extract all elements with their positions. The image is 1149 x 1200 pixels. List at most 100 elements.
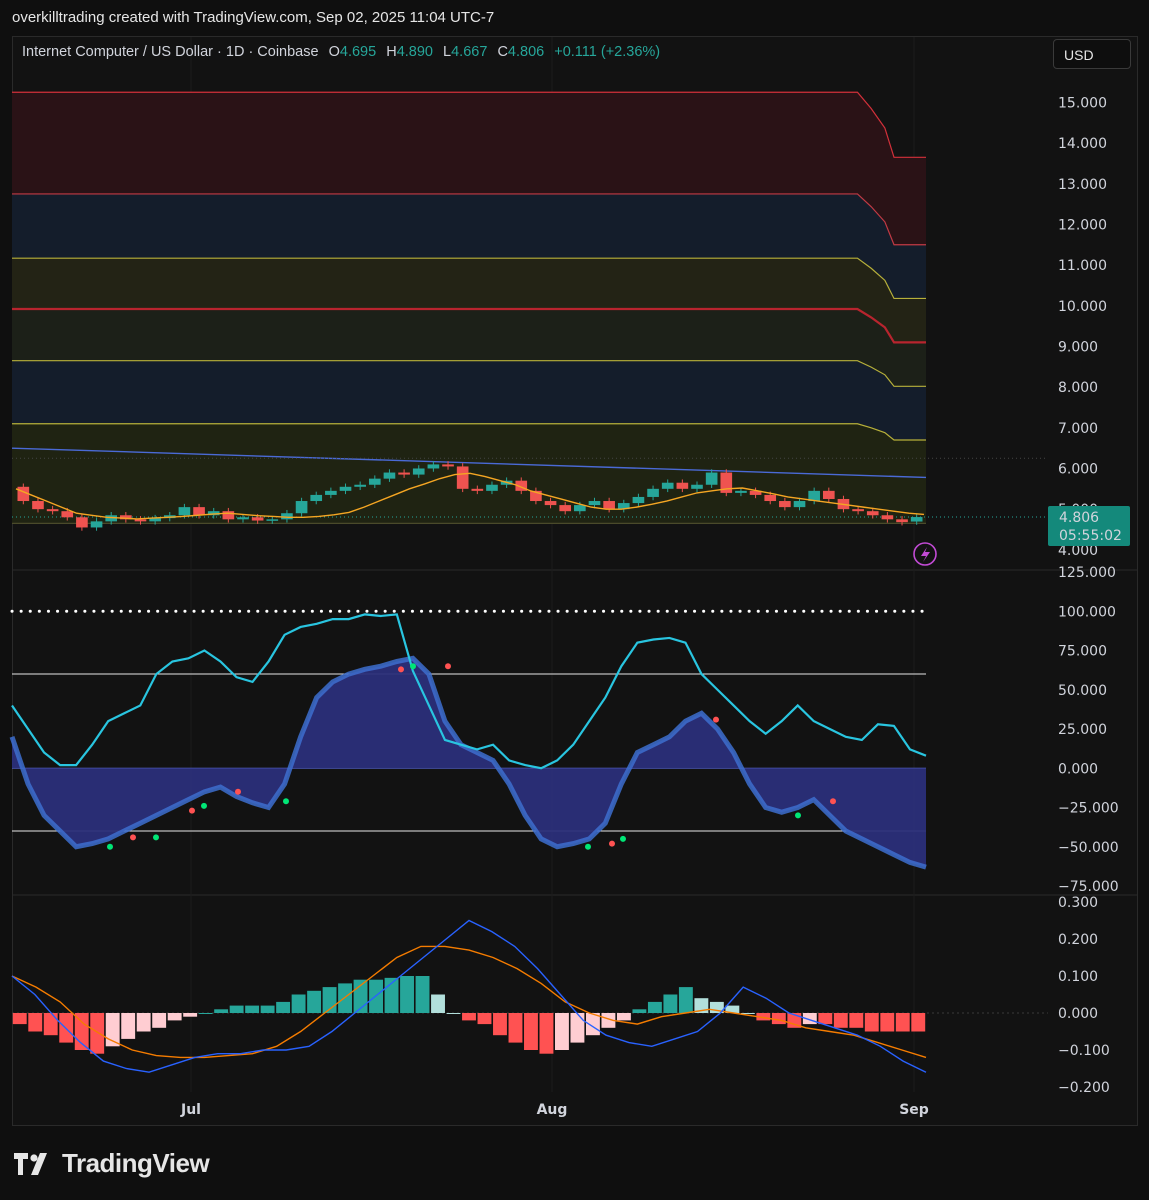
histogram-bar bbox=[74, 1013, 89, 1050]
macd-axis-tick: −0.100 bbox=[1058, 1043, 1110, 1059]
candle-body bbox=[134, 519, 147, 522]
currency-button[interactable]: USD bbox=[1053, 39, 1131, 69]
price-axis-tick: 14.000 bbox=[1058, 136, 1107, 152]
oscillator-axis-tick: 0.000 bbox=[1058, 761, 1098, 777]
macd-axis-tick: 0.000 bbox=[1058, 1006, 1098, 1022]
oscillator-axis-tick: 25.000 bbox=[1058, 722, 1107, 738]
price-axis-tick: 11.000 bbox=[1058, 258, 1107, 274]
candle-body bbox=[661, 482, 674, 489]
candle-body bbox=[456, 466, 469, 489]
candle-body bbox=[222, 511, 235, 520]
candle-body bbox=[559, 505, 572, 512]
candle-body bbox=[237, 517, 249, 520]
histogram-bar bbox=[864, 1013, 879, 1032]
histogram-bar bbox=[28, 1013, 43, 1032]
candle-body bbox=[632, 496, 645, 504]
histogram-bar bbox=[493, 1013, 507, 1036]
signal-dot bbox=[445, 663, 451, 670]
candle-body bbox=[354, 484, 366, 487]
histogram-bar bbox=[508, 1013, 523, 1043]
candle-body bbox=[896, 519, 908, 523]
histogram-bar bbox=[833, 1013, 848, 1028]
candle-body bbox=[676, 482, 689, 489]
price-axis-tick: 7.000 bbox=[1058, 421, 1098, 437]
symbol-title: Internet Computer / US Dollar · 1D · Coi… bbox=[22, 44, 319, 60]
candle-body bbox=[412, 468, 425, 475]
candle-body bbox=[691, 484, 703, 489]
tradingview-logo[interactable]: TradingView bbox=[14, 1148, 210, 1179]
oscillator-axis-tick: −25.000 bbox=[1058, 801, 1119, 817]
histogram-bar bbox=[167, 1013, 182, 1021]
signal-dot bbox=[153, 834, 159, 841]
oscillator-axis-tick: 125.000 bbox=[1058, 565, 1116, 581]
candle bbox=[720, 469, 733, 497]
signal-dot bbox=[585, 843, 591, 850]
candle-body bbox=[822, 490, 835, 499]
candle-body bbox=[76, 517, 88, 528]
price-axis-tick: 8.000 bbox=[1058, 380, 1098, 396]
histogram-bar bbox=[431, 994, 445, 1013]
close-value: 4.806 bbox=[507, 44, 545, 60]
candle-body bbox=[647, 488, 659, 497]
histogram-bar bbox=[555, 1013, 569, 1050]
price-axis-tick: 6.000 bbox=[1058, 461, 1098, 477]
high-label: H bbox=[386, 44, 397, 60]
tradingview-logo-icon bbox=[14, 1152, 47, 1175]
histogram-bar bbox=[229, 1005, 244, 1013]
time-axis-tick: Aug bbox=[537, 1102, 568, 1118]
candle-body bbox=[779, 501, 791, 508]
histogram-bar bbox=[849, 1013, 864, 1028]
symbol-legend: Internet Computer / US Dollar · 1D · Coi… bbox=[22, 44, 660, 60]
high-value: 4.890 bbox=[396, 44, 433, 60]
macd-line bbox=[11, 919, 927, 1073]
candle-body bbox=[603, 501, 615, 510]
oscillator-fast-line bbox=[11, 613, 927, 770]
time-axis-tick: Sep bbox=[899, 1102, 929, 1118]
oscillator-axis-tick: −50.000 bbox=[1058, 840, 1119, 856]
oscillator-axis-tick: −75.000 bbox=[1058, 879, 1119, 895]
chart-canvas[interactable]: 15.000 14.000 13.000 12.000 11.000 10.000 9.00… bbox=[0, 0, 1149, 1200]
histogram-bar bbox=[260, 1005, 275, 1013]
candle-body bbox=[325, 490, 337, 495]
histogram-bar bbox=[136, 1013, 151, 1032]
candle-body bbox=[281, 513, 293, 520]
price-axis-tick: 13.000 bbox=[1058, 177, 1107, 193]
histogram-bar bbox=[678, 987, 693, 1013]
low-label: L bbox=[443, 44, 452, 60]
histogram-bar bbox=[90, 1013, 105, 1054]
histogram-bar bbox=[477, 1013, 492, 1025]
countdown-value: 05:55:02 bbox=[1059, 528, 1122, 544]
candle-body bbox=[368, 478, 381, 485]
histogram-bar bbox=[911, 1013, 926, 1032]
macd-axis-tick: 0.100 bbox=[1058, 969, 1098, 985]
macd-axis-tick: −0.200 bbox=[1058, 1080, 1110, 1096]
signal-dot bbox=[130, 834, 136, 841]
price-axis-tick: 10.000 bbox=[1058, 299, 1107, 315]
candle-body bbox=[46, 509, 59, 512]
candle-body bbox=[866, 511, 879, 516]
open-value: 4.695 bbox=[339, 44, 377, 60]
signal-dot bbox=[830, 798, 836, 805]
candle-body bbox=[705, 472, 718, 485]
time-axis-tick: Jul bbox=[180, 1102, 201, 1118]
candle-body bbox=[735, 490, 747, 493]
histogram-bar bbox=[524, 1013, 538, 1050]
tradingview-brand: TradingView bbox=[62, 1148, 210, 1178]
close-label: C bbox=[497, 44, 508, 60]
histogram-bar bbox=[400, 976, 414, 1013]
candle-body bbox=[398, 472, 410, 475]
histogram-bar bbox=[880, 1013, 895, 1032]
lightning-icon-glyph bbox=[921, 547, 930, 562]
histogram-bar bbox=[276, 1001, 291, 1013]
signal-dot bbox=[398, 666, 404, 673]
histogram-bar bbox=[198, 1013, 213, 1014]
histogram-bar bbox=[539, 1013, 554, 1054]
histogram-bar bbox=[43, 1013, 58, 1036]
macd-axis-tick: 0.300 bbox=[1058, 895, 1098, 911]
signal-dot bbox=[235, 788, 241, 795]
histogram-bar bbox=[12, 1013, 27, 1025]
oscillator-axis-tick: 50.000 bbox=[1058, 683, 1107, 699]
candle-body bbox=[471, 488, 484, 491]
candle-body bbox=[881, 515, 894, 520]
histogram-bar bbox=[291, 994, 306, 1013]
